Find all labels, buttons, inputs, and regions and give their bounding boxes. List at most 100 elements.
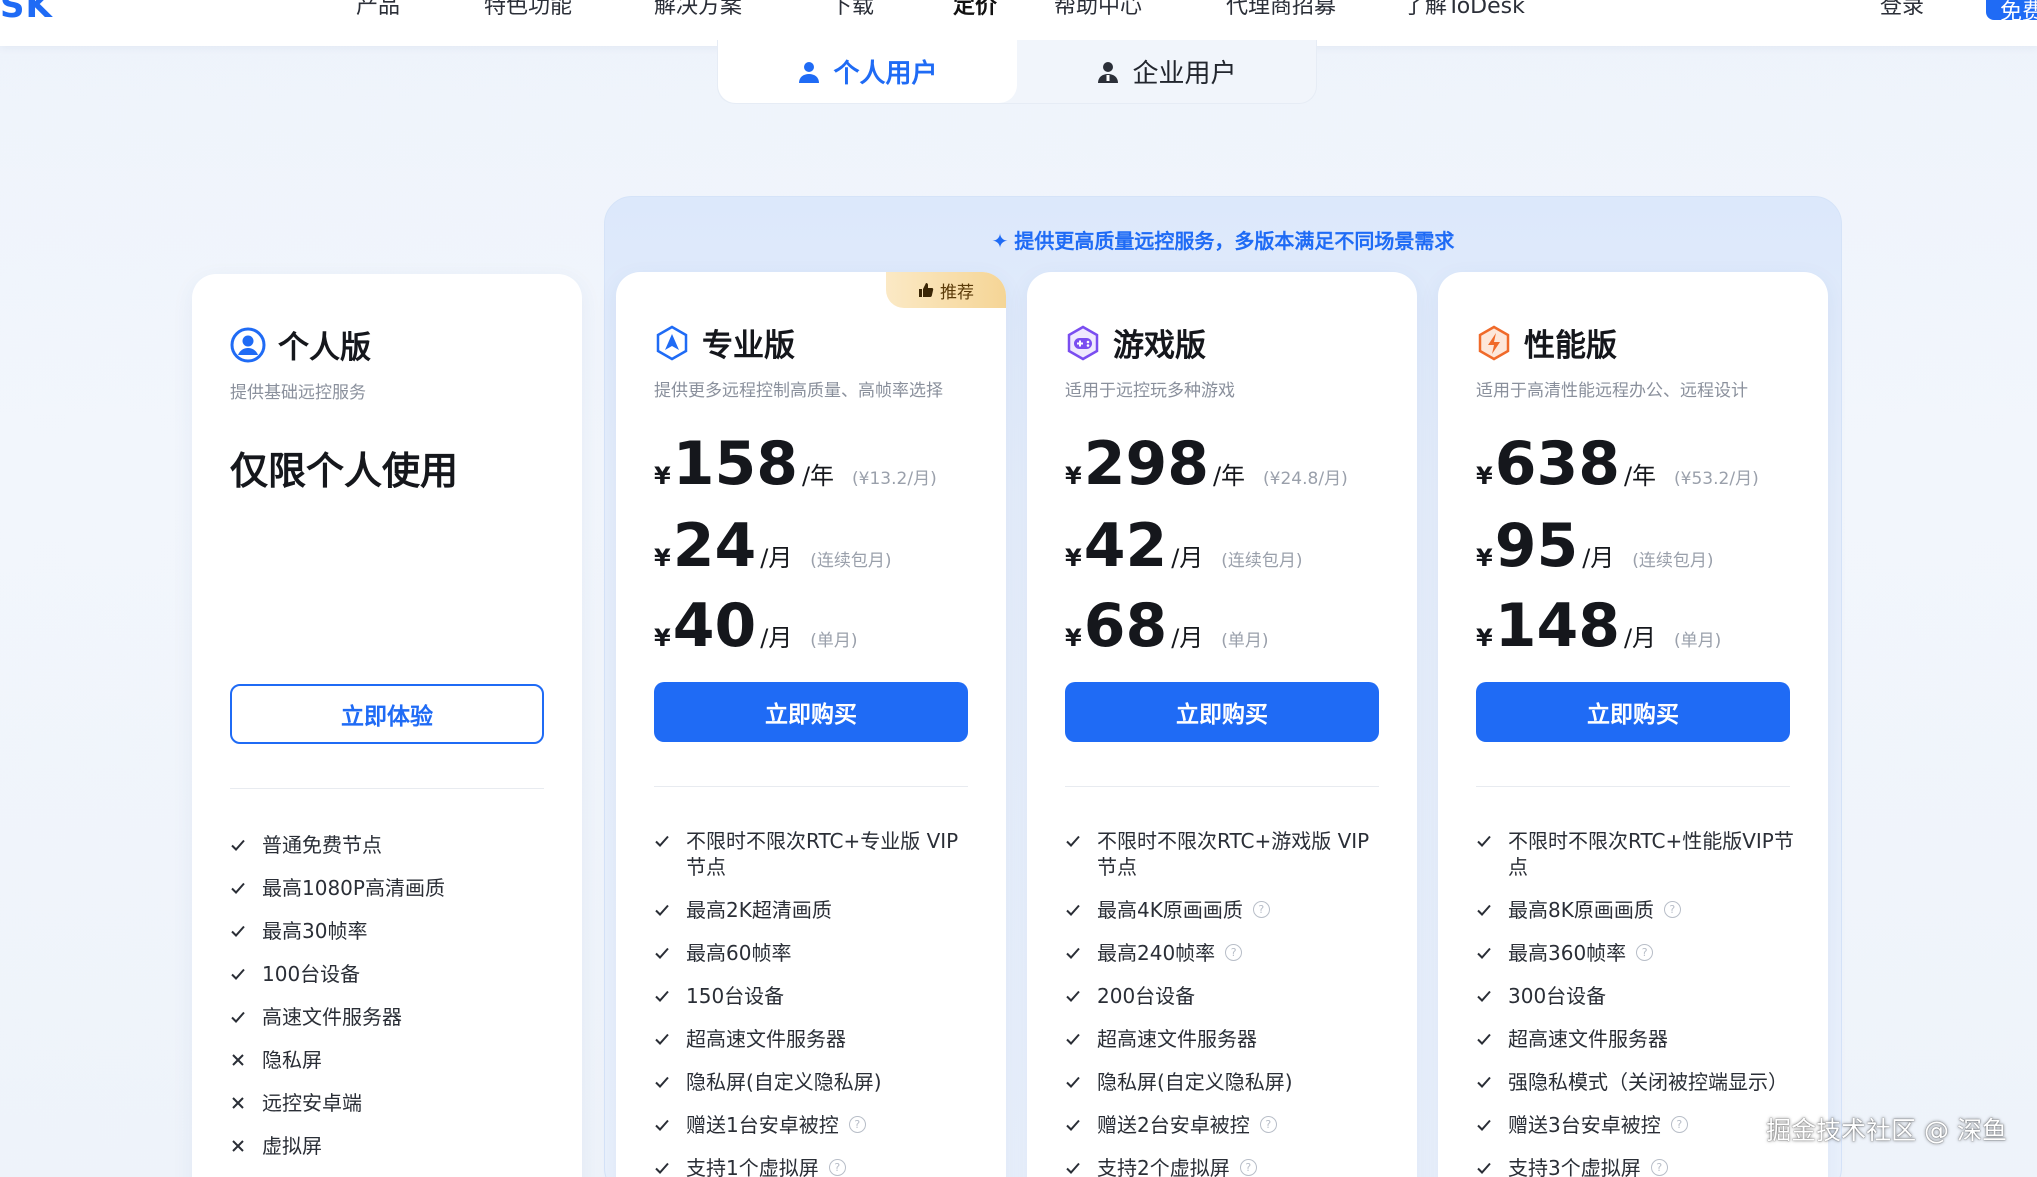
check-icon: [654, 1069, 676, 1095]
feature-item: 超高速文件服务器: [654, 1026, 976, 1052]
user-circle-icon: [230, 327, 266, 362]
user-type-tabs: 个人用户 企业用户: [717, 40, 1317, 104]
buy-now-button[interactable]: 立即购买: [654, 682, 968, 742]
feature-item: 300台设备: [1476, 983, 1798, 1009]
feature-item: 赠送2台安卓被控?: [1065, 1112, 1387, 1138]
feature-item: 不限时不限次RTC+游戏版 VIP节点: [1065, 828, 1387, 880]
feature-text: 不限时不限次RTC+性能版VIP节点: [1508, 829, 1794, 879]
enterprise-user-icon: [1098, 61, 1119, 83]
feature-item: 支持2个虚拟屏?: [1065, 1155, 1387, 1177]
help-icon[interactable]: ?: [1252, 901, 1270, 918]
plan-title: 性能版: [1524, 328, 1617, 364]
feature-item: 最高60帧率: [654, 940, 976, 966]
feature-text: 赠送1台安卓被控?: [686, 1112, 976, 1138]
feature-text: 不限时不限次RTC+专业版 VIP节点: [686, 829, 959, 879]
plan-title: 游戏版: [1113, 328, 1206, 364]
help-icon[interactable]: ?: [1663, 901, 1681, 918]
feature-text: 150台设备: [686, 984, 785, 1008]
try-now-button[interactable]: 立即体验: [230, 684, 544, 744]
feature-text: 最高30帧率: [262, 919, 368, 943]
plan-subtitle: 适用于远控玩多种游戏: [1065, 381, 1235, 401]
login-link[interactable]: 登录: [1880, 0, 1924, 20]
free-download-button[interactable]: 免费: [1986, 0, 2037, 20]
panel-tagline: ✦ 提供更高质量远控服务，多版本满足不同场景需求: [991, 229, 1455, 253]
help-icon[interactable]: ?: [1259, 1116, 1277, 1133]
help-icon[interactable]: ?: [848, 1116, 866, 1133]
price-single-month: ¥40/月 (单月): [654, 591, 858, 661]
check-icon: [654, 828, 676, 854]
feature-text: 最高2K超清画质: [686, 898, 832, 922]
plan-subtitle: 提供基础远控服务: [230, 383, 366, 403]
check-icon: [230, 918, 252, 944]
nav-item-agents[interactable]: 代理商招募: [1226, 0, 1336, 20]
price-monthly-auto: ¥42/月 (连续包月): [1065, 511, 1303, 581]
check-icon: [230, 875, 252, 901]
nav-item-pricing[interactable]: 定价: [953, 0, 997, 20]
check-icon: [1476, 897, 1498, 923]
check-icon: [230, 961, 252, 987]
feature-text: 200台设备: [1097, 984, 1196, 1008]
tab-personal-user[interactable]: 个人用户: [718, 40, 1017, 103]
nav-item-solutions[interactable]: 解决方案: [654, 0, 742, 20]
check-icon: [230, 832, 252, 858]
feature-text: 高速文件服务器: [262, 1005, 402, 1029]
feature-item: 普通免费节点: [230, 832, 552, 858]
nav-item-download[interactable]: 下载: [830, 0, 874, 20]
buy-now-button[interactable]: 立即购买: [1065, 682, 1379, 742]
help-icon[interactable]: ?: [1225, 944, 1243, 961]
help-icon[interactable]: ?: [828, 1159, 846, 1176]
feature-text: 支持1个虚拟屏?: [686, 1155, 976, 1177]
plan-title: 专业版: [702, 328, 795, 364]
feature-list: 普通免费节点 最高1080P高清画质 最高30帧率 100台设备 高速文件服务器 隐私屏远…: [230, 832, 552, 1176]
feature-text: 隐私屏(自定义隐私屏): [686, 1070, 882, 1094]
feature-text: 赠送2台安卓被控?: [1097, 1112, 1387, 1138]
feature-text: 隐私屏(自定义隐私屏): [1097, 1070, 1293, 1094]
tab-enterprise-user[interactable]: 企业用户: [1017, 40, 1316, 103]
feature-text: 支持3个虚拟屏?: [1508, 1155, 1798, 1177]
nav-item-help[interactable]: 帮助中心: [1054, 0, 1142, 20]
price-yearly: ¥158/年 (¥13.2/月): [654, 429, 937, 499]
price-monthly-auto: ¥95/月 (连续包月): [1476, 511, 1714, 581]
check-icon: [1065, 983, 1087, 1009]
check-icon: [1476, 1155, 1498, 1177]
plan-card-game: 游戏版 适用于远控玩多种游戏 ¥298/年 (¥24.8/月) ¥42/月 (连续包…: [1027, 272, 1417, 1177]
logo[interactable]: SK: [0, 0, 53, 26]
check-icon: [1476, 828, 1498, 854]
nav-item-products[interactable]: 产品: [356, 0, 400, 20]
feature-text: 100台设备: [262, 962, 361, 986]
check-icon: [654, 983, 676, 1009]
feature-text: 最高8K原画画质?: [1508, 897, 1798, 923]
check-icon: [1065, 940, 1087, 966]
check-icon: [1476, 1069, 1498, 1095]
help-icon[interactable]: ?: [1650, 1159, 1668, 1176]
check-icon: [1476, 1112, 1498, 1138]
feature-item: 最高360帧率?: [1476, 940, 1798, 966]
feature-text: 超高速文件服务器: [1097, 1027, 1257, 1051]
feature-item: 强隐私模式（关闭被控端显示）: [1476, 1069, 1798, 1095]
feature-item: 支持3个虚拟屏?: [1476, 1155, 1798, 1177]
buy-now-button[interactable]: 立即购买: [1476, 682, 1790, 742]
feature-item: 最高240帧率?: [1065, 940, 1387, 966]
cross-icon: [230, 1133, 252, 1159]
nav-item-about[interactable]: 了解ToDesk: [1403, 0, 1525, 20]
help-icon[interactable]: ?: [1239, 1159, 1257, 1176]
nav-item-features[interactable]: 特色功能: [484, 0, 572, 20]
feature-list: 不限时不限次RTC+专业版 VIP节点最高2K超清画质最高60帧率 150台设备超…: [654, 828, 976, 1177]
feature-item: 100台设备: [230, 961, 552, 987]
feature-item: 最高8K原画画质?: [1476, 897, 1798, 923]
feature-item: 支持1个虚拟屏?: [654, 1155, 976, 1177]
feature-item: 不限时不限次RTC+专业版 VIP节点: [654, 828, 976, 880]
feature-item: 赠送1台安卓被控?: [654, 1112, 976, 1138]
feature-text: 最高240帧率?: [1097, 940, 1387, 966]
feature-text: 赠送3台安卓被控?: [1508, 1112, 1798, 1138]
feature-text: 超高速文件服务器: [686, 1027, 846, 1051]
help-icon[interactable]: ?: [1670, 1116, 1688, 1133]
thumbs-up-icon: [919, 283, 934, 297]
feature-text: 300台设备: [1508, 984, 1607, 1008]
feature-list: 不限时不限次RTC+性能版VIP节点最高8K原画画质? 最高360帧率? 300台设…: [1476, 828, 1798, 1177]
feature-item: 超高速文件服务器: [1476, 1026, 1798, 1052]
feature-item: 最高1080P高清画质: [230, 875, 552, 901]
check-icon: [1065, 1069, 1087, 1095]
feature-text: 不限时不限次RTC+游戏版 VIP节点: [1097, 829, 1370, 879]
help-icon[interactable]: ?: [1636, 944, 1654, 961]
